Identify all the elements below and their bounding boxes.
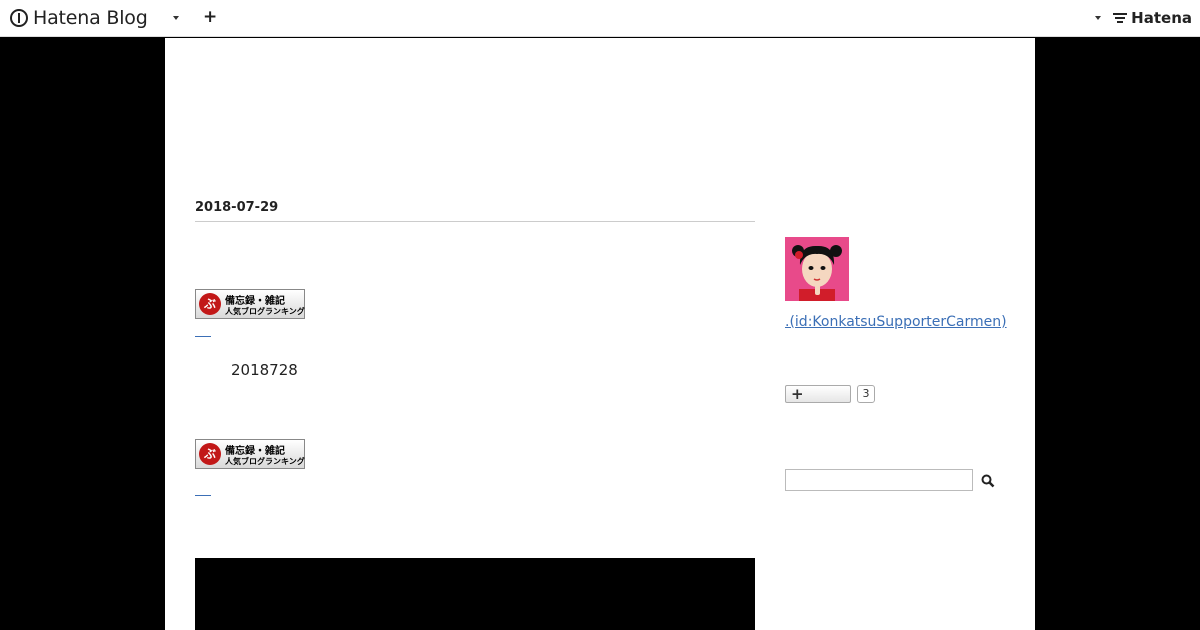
banner-subtitle: 人気ブログランキング [225, 307, 305, 316]
blog-ranking-banner[interactable]: ぶ 備忘録・雑記 人気ブログランキング [195, 289, 305, 319]
profile-id-link[interactable]: .(id:KonkatsuSupporterCarmen) [785, 312, 1010, 333]
entry-body-text: 2018728 [231, 361, 298, 379]
hatena-mark-icon [1113, 13, 1128, 23]
search-button[interactable] [980, 473, 996, 489]
plus-icon: + [791, 385, 804, 403]
blog-content-area: 2018-07-29 ぶ 備忘録・雑記 人気ブログランキング 2018728 ぶ… [165, 38, 1035, 630]
banner-subtitle: 人気ブログランキング [225, 457, 305, 466]
account-menu-caret-icon[interactable] [1095, 16, 1101, 20]
banner-title: 備忘録・雑記 [225, 296, 285, 307]
ranking-logo-icon: ぶ [199, 293, 221, 315]
global-header: Hatena Blog + Hatena [0, 0, 1200, 37]
ranking-text-link-2[interactable] [195, 495, 211, 496]
avatar-illustration [785, 237, 849, 301]
subscribe-button[interactable]: + [785, 385, 851, 403]
banner-title: 備忘録・雑記 [225, 446, 285, 457]
ranking-text-link[interactable] [195, 336, 211, 337]
avatar[interactable] [785, 237, 849, 301]
magnifier-icon [981, 474, 995, 488]
blog-ranking-banner-2[interactable]: ぶ 備忘録・雑記 人気ブログランキング [195, 439, 305, 469]
add-entry-button[interactable]: + [203, 8, 217, 26]
embedded-video[interactable] [195, 558, 755, 630]
caret-down-icon[interactable] [173, 16, 179, 20]
search-input[interactable] [785, 469, 973, 491]
subscriber-count-badge: 3 [857, 385, 875, 403]
hatena-logo-link[interactable]: Hatena [1113, 9, 1192, 27]
hatena-blog-logo-icon [10, 9, 28, 27]
brand-text: Hatena Blog [33, 7, 148, 29]
hatena-logo-text: Hatena [1131, 9, 1192, 27]
ranking-logo-icon: ぶ [199, 443, 221, 465]
brand-link[interactable]: Hatena Blog [10, 7, 148, 29]
entry-date[interactable]: 2018-07-29 [195, 200, 755, 222]
